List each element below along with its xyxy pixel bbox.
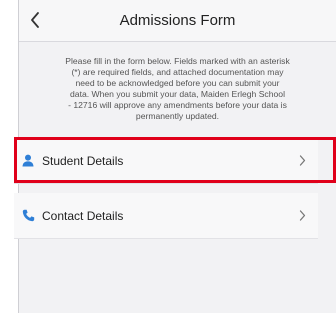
phone-icon [20, 208, 36, 224]
intro-line: (*) are required fields, and attached do… [71, 67, 284, 77]
chevron-right-icon [296, 155, 308, 167]
chevron-right-icon [296, 210, 308, 222]
intro-text: Please fill in the form below. Fields ma… [19, 56, 336, 122]
intro-line: data. When you submit your data, Maiden … [70, 89, 285, 99]
student-details-label: Student Details [42, 153, 124, 168]
intro-line: - 12716 will approve any amendments befo… [68, 100, 287, 110]
person-icon [20, 153, 36, 169]
contact-details-label: Contact Details [42, 208, 124, 223]
contact-details-row[interactable]: Contact Details [14, 193, 318, 239]
page-title: Admissions Form [119, 12, 236, 29]
intro-line: Please fill in the form below. Fields ma… [65, 56, 290, 66]
student-details-row[interactable]: Student Details [14, 138, 318, 184]
intro-line: need to be acknowledged before you can s… [75, 78, 280, 88]
intro-line: permanently updated. [135, 111, 220, 121]
header-bar: Admissions Form [19, 0, 336, 42]
